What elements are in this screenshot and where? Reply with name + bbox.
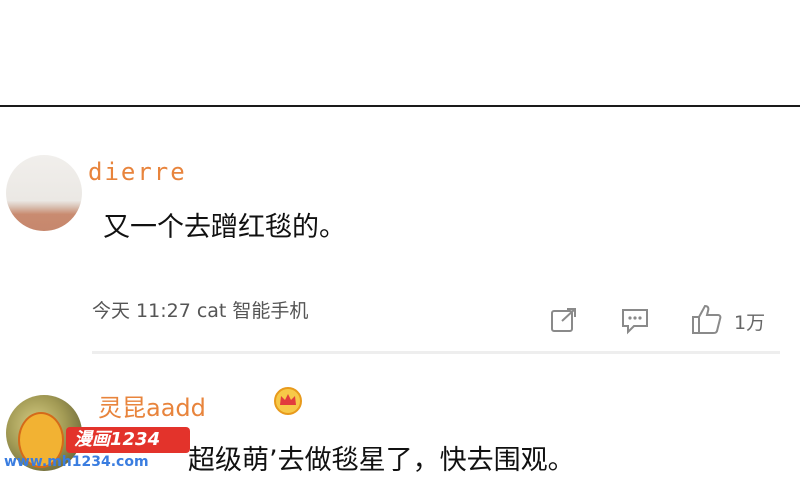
comment-username[interactable]: dierre <box>88 158 187 186</box>
comment-text: 又一个去蹭红毯的。 <box>103 212 346 243</box>
comment-meta: 今天 11:27 cat 智能手机 <box>92 300 309 322</box>
comment-text: 超级萌’去做毯星了，快去围观。 <box>188 445 575 476</box>
avatar[interactable] <box>6 155 82 231</box>
crown-icon <box>272 385 304 415</box>
comment-username[interactable]: 灵昆aadd <box>98 388 206 423</box>
thumbs-up-icon[interactable] <box>690 303 724 339</box>
comment-icon[interactable] <box>620 307 650 339</box>
top-divider <box>0 105 800 107</box>
comment-divider <box>92 351 780 354</box>
watermark-url: www.mh1234.com <box>4 454 149 470</box>
share-icon[interactable] <box>550 307 578 337</box>
watermark-brand: 漫画1234 <box>66 427 190 453</box>
like-count: 1万 <box>734 312 766 334</box>
